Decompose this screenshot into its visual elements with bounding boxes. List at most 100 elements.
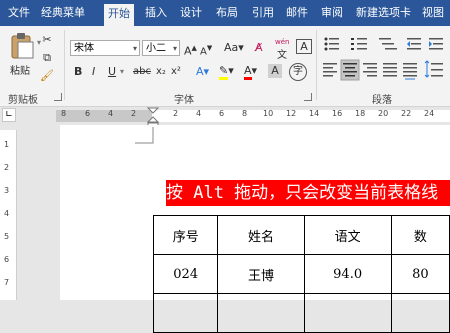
cut-icon[interactable]: ✂: [40, 32, 54, 48]
tab-references[interactable]: 引用: [252, 0, 274, 26]
ruler-tick: 20: [378, 109, 389, 118]
ruler-tick: 5: [4, 232, 10, 241]
underline-icon[interactable]: U: [108, 64, 116, 80]
table-cell[interactable]: [390, 293, 450, 333]
font-group-label: 字体: [174, 95, 194, 106]
align-left-icon[interactable]: [323, 63, 337, 77]
ruler-tick: 22: [401, 109, 412, 118]
numbering-icon[interactable]: [351, 38, 367, 50]
phonetic-guide-button[interactable]: wén 文: [274, 38, 292, 61]
table-cell[interactable]: 80: [390, 254, 450, 294]
align-center-icon[interactable]: [340, 59, 360, 81]
multilevel-list-icon[interactable]: [379, 38, 397, 50]
tab-layout[interactable]: 布局: [216, 0, 238, 26]
tab-mailings[interactable]: 邮件: [286, 0, 308, 26]
font-color-icon[interactable]: A▾: [244, 63, 257, 80]
increase-indent-icon[interactable]: [429, 38, 443, 50]
tab-home[interactable]: 开始: [104, 4, 134, 26]
align-right-icon[interactable]: [363, 63, 377, 77]
paragraph-group: [321, 34, 450, 90]
font-launcher-icon[interactable]: [304, 93, 312, 101]
table-header-cell[interactable]: 语文: [303, 215, 392, 255]
table-header-cell[interactable]: 序号: [152, 215, 219, 255]
ruler-tick: 4: [4, 209, 10, 218]
table-cell[interactable]: [152, 293, 219, 333]
ruler-tick: 7: [4, 278, 10, 287]
ruler-tick: 8: [242, 109, 248, 118]
justify-icon[interactable]: [383, 63, 397, 77]
ruler-tick: 2: [4, 163, 10, 172]
tab-new-tab[interactable]: 新建选项卡: [356, 0, 411, 26]
tab-insert[interactable]: 插入: [145, 0, 167, 26]
tab-design[interactable]: 设计: [180, 0, 202, 26]
table-cell[interactable]: [217, 293, 305, 333]
ruler-tick: 14: [309, 109, 320, 118]
format-painter-icon[interactable]: 🖌: [40, 68, 54, 84]
tab-selector-icon[interactable]: ∟: [2, 108, 16, 122]
text-effects-icon[interactable]: A▾: [196, 64, 209, 80]
table-row: 024 王博 94.0 80: [152, 254, 450, 294]
banner-text[interactable]: 按 Alt 拖动，只会改变当前表格线: [166, 180, 450, 206]
character-shading-icon[interactable]: A: [268, 64, 282, 78]
tab-classic-menu[interactable]: 经典菜单: [41, 0, 85, 26]
ruler-tick: 6: [85, 109, 91, 118]
table-header-cell[interactable]: 数: [390, 215, 450, 255]
horizontal-ruler[interactable]: 8 6 4 2 2 4 6 8 10 12 14 16 18 20 22 24: [56, 109, 450, 122]
ruler-tick: 1: [4, 140, 10, 149]
ruler-tick: 10: [263, 109, 274, 118]
group-divider: [316, 30, 317, 100]
paragraph-group-label: 段落: [372, 95, 392, 106]
tab-file[interactable]: 文件: [8, 0, 30, 26]
table-header-row: 序号 姓名 语文 数: [152, 215, 450, 255]
decrease-indent-icon[interactable]: [407, 38, 421, 50]
strikethrough-icon[interactable]: abc: [133, 64, 151, 80]
copy-icon[interactable]: ⧉: [40, 50, 54, 66]
ruler-tick: 6: [4, 255, 10, 264]
phonetic-guide-char: 文: [277, 50, 287, 61]
subscript-icon[interactable]: x₂: [156, 64, 166, 80]
table-cell[interactable]: [303, 293, 392, 333]
tab-view[interactable]: 视图: [422, 0, 444, 26]
distributed-icon[interactable]: [403, 63, 417, 80]
ruler-margin: [56, 110, 152, 122]
enclose-characters-icon[interactable]: 字: [289, 63, 307, 81]
character-border-icon[interactable]: A: [296, 39, 312, 54]
table-header-cell[interactable]: 姓名: [217, 215, 305, 255]
underline-dropdown-icon[interactable]: ▾: [120, 64, 124, 80]
chevron-down-icon: ▾: [132, 44, 137, 53]
italic-icon[interactable]: I: [92, 64, 95, 80]
text-highlight-icon[interactable]: ✎▾: [219, 63, 234, 80]
ruler-tick: 2: [131, 109, 137, 118]
paste-button[interactable]: [9, 32, 35, 60]
ruler-tick: 24: [424, 109, 435, 118]
ruler-tick: 3: [4, 186, 10, 195]
bullets-icon[interactable]: [324, 37, 340, 51]
ribbon: 粘贴 ▾ ✂ ⧉ 🖌 剪贴板 宋体 ▾ 小二 ▾ A▲ A▼ Aa▾ A̸ wé…: [0, 26, 450, 107]
group-divider: [64, 30, 65, 100]
grow-font-icon[interactable]: A▲: [184, 40, 197, 60]
line-spacing-icon[interactable]: [424, 60, 443, 78]
font-size-combo[interactable]: 小二 ▾: [142, 40, 180, 56]
table-cell[interactable]: 王博: [217, 254, 305, 294]
bold-icon[interactable]: B: [74, 64, 82, 80]
tab-review[interactable]: 审阅: [321, 0, 343, 26]
ribbon-tab-bar: 文件 经典菜单 开始 插入 设计 布局 引用 邮件 审阅 新建选项卡 视图: [0, 0, 450, 26]
clear-formatting-icon[interactable]: A̸: [255, 40, 263, 56]
font-size-value: 小二: [146, 43, 166, 54]
superscript-icon[interactable]: x²: [171, 64, 181, 80]
vertical-ruler[interactable]: 1 2 3 4 5 6 7: [0, 130, 17, 300]
clipboard-group-label: 剪贴板: [8, 95, 38, 106]
table-cell[interactable]: 94.0: [303, 254, 392, 294]
clipboard-launcher-icon[interactable]: [54, 93, 62, 101]
ruler-tick: 16: [332, 109, 343, 118]
data-table[interactable]: 序号 姓名 语文 数 024 王博 94.0 80: [152, 215, 450, 333]
ruler-tick: 4: [196, 109, 202, 118]
ruler-tick: 8: [61, 109, 67, 118]
ruler-tick: 6: [219, 109, 225, 118]
ruler-tick: 12: [286, 109, 297, 118]
font-name-combo[interactable]: 宋体 ▾: [70, 40, 140, 56]
shrink-font-icon[interactable]: A▼: [200, 40, 212, 60]
table-row: [152, 293, 450, 333]
change-case-icon[interactable]: Aa▾: [224, 40, 244, 56]
table-cell[interactable]: 024: [152, 254, 219, 294]
